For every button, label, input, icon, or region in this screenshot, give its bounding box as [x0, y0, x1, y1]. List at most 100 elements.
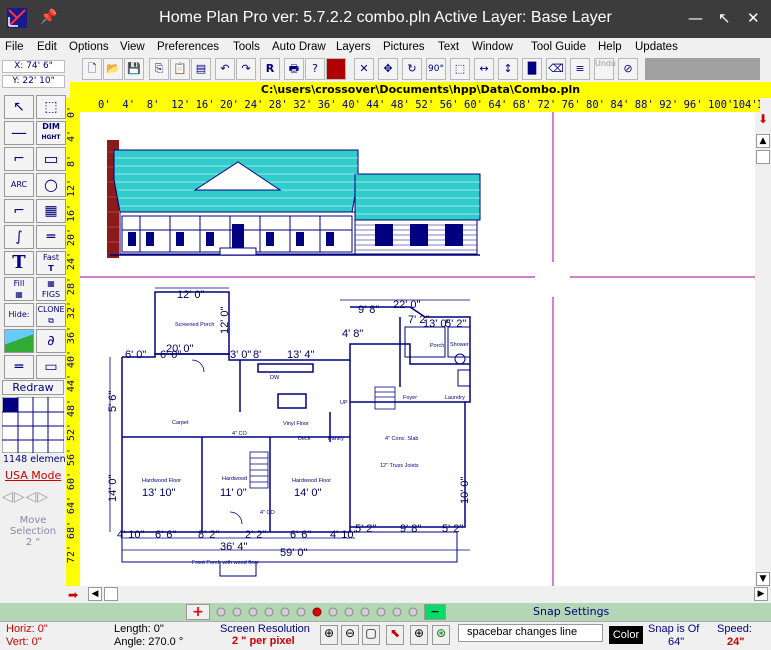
dim-label: 10' 0" — [459, 476, 471, 504]
select-box-tool[interactable]: ⬚ — [36, 95, 66, 119]
undelete-icon[interactable]: Undo — [594, 58, 616, 80]
menu-preferences[interactable]: Preferences — [157, 41, 219, 53]
hide-tool[interactable]: Hide: — [4, 303, 34, 327]
zoom-all-icon[interactable]: ⊛ — [432, 625, 450, 645]
clipboard-icon[interactable]: ▤ — [191, 58, 211, 80]
color-grid[interactable] — [2, 397, 64, 453]
menu-tool-guide[interactable]: Tool Guide — [531, 41, 586, 53]
open-icon[interactable]: 📂 — [103, 58, 123, 80]
zoom-in-icon[interactable]: ⊕ — [320, 625, 338, 645]
lines-icon[interactable]: ≡ — [570, 58, 590, 80]
dim-label: 11' 0" — [220, 487, 247, 499]
scroll-marker-icon[interactable]: ⬇ — [755, 112, 771, 128]
scroll-right-button[interactable]: ▶ — [754, 587, 768, 601]
ruler-tick: 64' — [488, 99, 508, 111]
new-icon[interactable]: 🗋 — [82, 58, 102, 80]
color-button[interactable]: Color — [609, 626, 643, 644]
layer-color-icon[interactable] — [326, 58, 346, 80]
fill-tool[interactable]: Fill ▦ — [4, 277, 34, 301]
menu-help[interactable]: Help — [598, 41, 622, 53]
fast-text-tool[interactable]: Fast T — [36, 251, 66, 275]
undo-icon[interactable]: ↶ — [215, 58, 235, 80]
print-icon[interactable]: 🖶 — [284, 58, 304, 80]
delete-icon[interactable]: ✕ — [354, 58, 374, 80]
room-label: Pantry — [328, 436, 344, 442]
drawing-canvas[interactable]: 12' 0" 22' 0" 9' 8" 7' 2" 13' 0" 5' 2" 4… — [80, 112, 755, 586]
scroll-up-button[interactable]: ▲ — [756, 134, 770, 148]
units-mode[interactable]: USA Mode — [5, 469, 61, 482]
line-style-hint[interactable]: spacebar changes line — [458, 624, 603, 642]
no-icon[interactable]: ⊘ — [618, 58, 638, 80]
hscroll-thumb[interactable] — [104, 587, 118, 601]
dim-label: 14' 0" — [107, 474, 119, 502]
close-button[interactable]: ✕ — [747, 9, 760, 27]
redraw-button[interactable]: Redraw — [2, 380, 64, 395]
rotate-90-icon[interactable]: 90° — [426, 58, 446, 80]
nudge-arrows[interactable]: ◁▷◁▷ — [2, 489, 64, 511]
menu-edit[interactable]: Edit — [37, 41, 57, 53]
menu-file[interactable]: File — [5, 41, 24, 53]
menu-layers[interactable]: Layers — [336, 41, 371, 53]
double-wall-tool[interactable]: ═ — [4, 355, 34, 379]
snap-settings-button[interactable]: Snap Settings — [533, 605, 609, 618]
paste-icon[interactable]: 📋 — [170, 58, 190, 80]
redo-icon[interactable]: ↷ — [236, 58, 256, 80]
ruler-tick: 40' — [66, 350, 77, 369]
maximize-button[interactable]: ↖ — [718, 9, 731, 27]
scroll-thumb[interactable] — [756, 150, 770, 164]
menu-view[interactable]: View — [120, 41, 145, 53]
select-icon[interactable]: ⬚ — [450, 58, 470, 80]
figures-tool[interactable]: ▦ FIGS — [36, 277, 66, 301]
ruler-tick: 8' — [66, 154, 77, 167]
clone-tool[interactable]: CLONE ⧉ — [36, 303, 66, 327]
save-icon[interactable]: 💾 — [124, 58, 144, 80]
ruler-tick: 48' — [390, 99, 410, 111]
rotate-icon[interactable]: ↻ — [402, 58, 422, 80]
window-tool[interactable]: ▦ — [36, 199, 66, 223]
zoom-window-icon[interactable]: ⬉ — [386, 625, 404, 645]
eraser-icon[interactable]: ⌫ — [546, 58, 566, 80]
help-icon[interactable]: ? — [305, 58, 325, 80]
vertical-icon[interactable]: ↕ — [498, 58, 518, 80]
ruler-tick: 108' — [756, 99, 760, 111]
box-tool[interactable]: ▭ — [36, 355, 66, 379]
menu-window[interactable]: Window — [472, 41, 513, 53]
layer-dots[interactable] — [212, 604, 422, 620]
menu-auto-draw[interactable]: Auto Draw — [272, 41, 326, 53]
menu-updates[interactable]: Updates — [635, 41, 678, 53]
minimize-button[interactable]: — — [688, 9, 703, 27]
scroll-left-button[interactable]: ◀ — [88, 587, 102, 601]
wall-tool[interactable]: ⌐ — [4, 147, 34, 171]
pointer-tool[interactable]: ↖ — [4, 95, 34, 119]
menu-options[interactable]: Options — [69, 41, 109, 53]
circle-tool[interactable]: ○ — [36, 173, 66, 197]
horizontal-icon[interactable]: ↔ — [474, 58, 494, 80]
menu-pictures[interactable]: Pictures — [383, 41, 425, 53]
align-icon[interactable]: ▐▌ — [522, 58, 542, 80]
menu-text[interactable]: Text — [438, 41, 459, 53]
copy-icon[interactable]: ⎘ — [149, 58, 169, 80]
remove-layer-button[interactable]: − — [424, 604, 446, 620]
move-icon[interactable]: ✥ — [378, 58, 398, 80]
scroll-down-button[interactable]: ▼ — [756, 572, 770, 586]
horizontal-scrollbar[interactable]: ➡ ◀ ▶ — [66, 586, 771, 603]
stair-tool[interactable]: ⌐ — [4, 199, 34, 223]
vertical-scrollbar[interactable]: ⬇ ▲ ▼ — [755, 112, 771, 586]
curve-tool[interactable]: ∫ — [4, 225, 34, 249]
add-layer-button[interactable]: + — [186, 604, 210, 620]
text-tool[interactable]: T — [4, 251, 34, 275]
zoom-out-icon[interactable]: ⊖ — [341, 625, 359, 645]
scroll-marker-left-icon[interactable]: ➡ — [68, 588, 78, 602]
double-line-tool[interactable]: ═ — [36, 225, 66, 249]
dimension-tool[interactable]: DIM HGHT — [36, 121, 66, 145]
rectangle-tool[interactable]: ▭ — [36, 147, 66, 171]
zoom-prev-icon[interactable]: ⊕ — [410, 625, 428, 645]
zoom-fit-icon[interactable]: ▢ — [362, 625, 380, 645]
menu-tools[interactable]: Tools — [233, 41, 260, 53]
arc-tool[interactable]: ARC — [4, 173, 34, 197]
spiral-tool[interactable]: ∂ — [36, 329, 66, 353]
menu-bar: File Edit Options View Preferences Tools… — [0, 38, 771, 58]
picture-tool[interactable] — [4, 329, 34, 353]
register-icon[interactable]: R — [260, 58, 280, 80]
line-tool[interactable]: — — [4, 121, 34, 145]
